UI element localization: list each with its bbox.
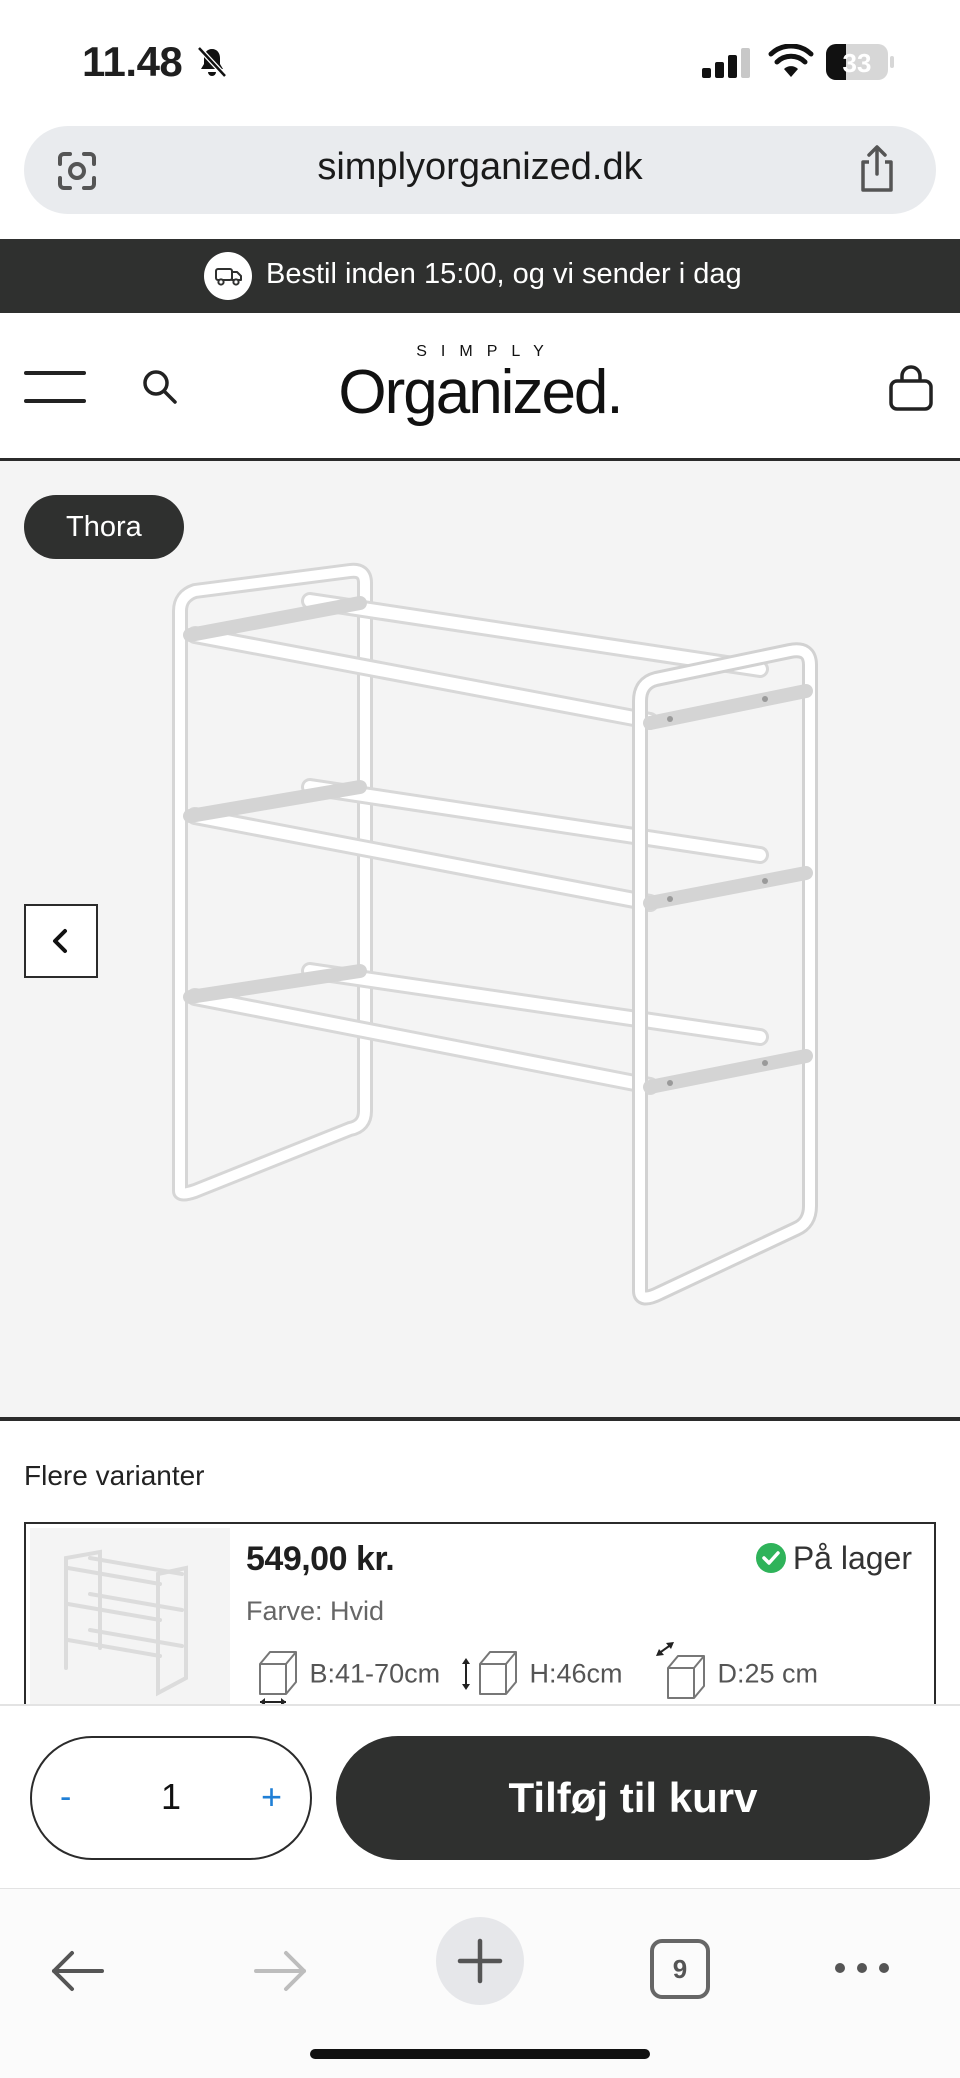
hamburger-menu-icon[interactable] xyxy=(24,369,88,405)
address-bar[interactable]: simplyorganized.dk xyxy=(24,126,936,214)
dimension-width: B:41-70cm xyxy=(254,1642,440,1706)
depth-dimension-icon xyxy=(656,1642,705,1699)
tab-count-button[interactable]: 9 xyxy=(650,1939,710,1999)
stock-label: På lager xyxy=(792,1540,912,1576)
quantity-stepper: - 1 + xyxy=(30,1736,312,1860)
product-image-shoe-rack xyxy=(172,562,818,1306)
truck-icon xyxy=(204,252,252,300)
home-indicator xyxy=(310,2049,650,2059)
battery-percent: 33 xyxy=(842,48,872,78)
width-value: B:41-70cm xyxy=(309,1658,441,1689)
share-icon[interactable] xyxy=(854,144,900,194)
in-stock-check-icon xyxy=(755,1543,786,1573)
plus-icon xyxy=(457,1938,503,1984)
stock-status: På lager xyxy=(755,1540,912,1577)
forward-arrow-icon[interactable] xyxy=(250,1945,310,1997)
quantity-increase-button[interactable]: + xyxy=(261,1776,282,1818)
url-text[interactable]: simplyorganized.dk xyxy=(24,146,936,189)
sticky-cart-bar: - 1 + Tilføj til kurv xyxy=(0,1704,960,1888)
dimension-depth: D:25 cm xyxy=(654,1642,818,1706)
new-tab-button[interactable] xyxy=(436,1917,524,2005)
promo-text: Bestil inden 15:00, og vi sender i dag xyxy=(266,258,742,290)
bell-muted-icon xyxy=(197,46,227,78)
product-gallery[interactable]: Thora xyxy=(0,461,960,1421)
height-value: H:46cm xyxy=(529,1658,623,1689)
status-time: 11.48 xyxy=(82,38,183,85)
add-to-cart-button[interactable]: Tilføj til kurv xyxy=(336,1736,930,1860)
height-dimension-icon xyxy=(462,1651,517,1695)
product-tag: Thora xyxy=(24,495,184,559)
site-logo[interactable]: SIMPLY Organized. xyxy=(300,343,660,443)
browser-toolbar: 9 xyxy=(0,1888,960,2078)
logo-main-text: Organized. xyxy=(338,358,623,427)
variant-color: Farve: Hvid xyxy=(246,1596,385,1626)
width-dimension-icon xyxy=(259,1651,297,1706)
status-bar: 11.48 33 xyxy=(0,0,960,120)
variant-thumbnail xyxy=(30,1528,230,1710)
screen: 11.48 33 simplyorganized.dk Bestil inden… xyxy=(0,0,960,2078)
variants-heading: Flere varianter xyxy=(24,1460,205,1491)
variant-price: 549,00 kr. xyxy=(246,1540,395,1578)
site-header: SIMPLY Organized. xyxy=(0,313,960,461)
chevron-left-icon xyxy=(53,929,67,953)
battery-icon: 33 xyxy=(826,44,894,80)
shopping-bag-icon[interactable] xyxy=(888,363,934,413)
dimension-height: H:46cm xyxy=(460,1642,623,1706)
cell-signal-icon xyxy=(702,48,750,78)
back-arrow-icon[interactable] xyxy=(48,1945,108,1997)
depth-value: D:25 cm xyxy=(717,1658,819,1689)
wifi-icon xyxy=(768,44,814,77)
more-options-icon[interactable] xyxy=(832,1953,892,1983)
shipping-promo-banner: Bestil inden 15:00, og vi sender i dag xyxy=(0,239,960,313)
search-icon[interactable] xyxy=(140,367,180,407)
gallery-prev-button[interactable] xyxy=(24,904,98,978)
variant-card[interactable]: 549,00 kr. På lager Farve: Hvid B:41-70c… xyxy=(24,1522,936,1712)
